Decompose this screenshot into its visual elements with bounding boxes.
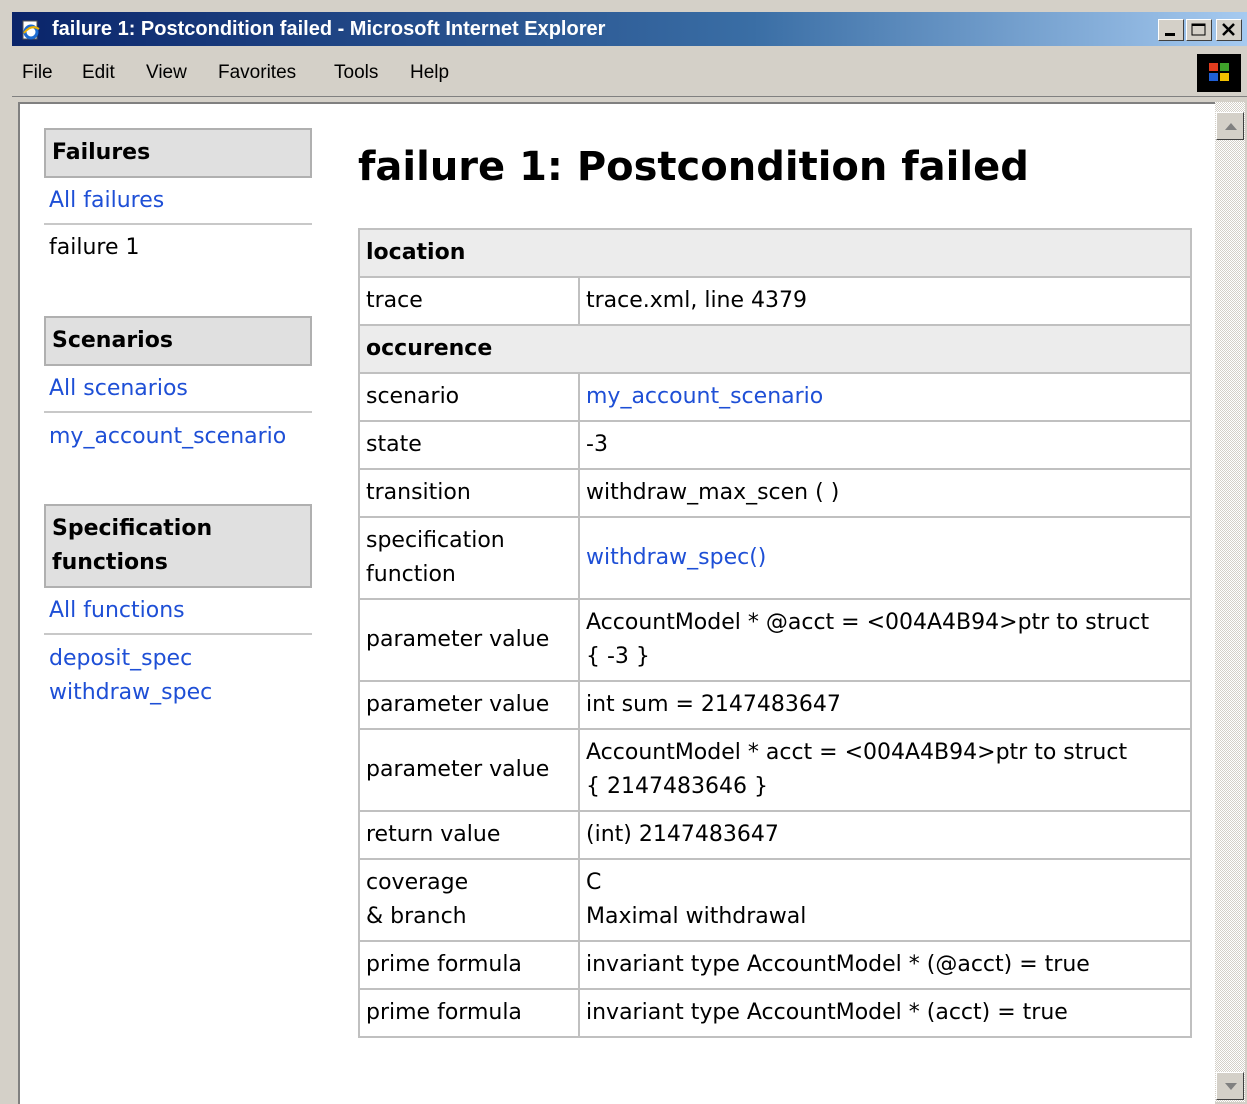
table-row: specification function withdraw_spec() [358,516,1192,600]
row-value: trace.xml, line 4379 [578,276,1192,326]
table-row: coverage & branch C Maximal withdrawal [358,858,1192,942]
row-key: return value [358,810,580,860]
row-value: invariant type AccountModel * (acct) = t… [578,988,1192,1038]
sidebar-item-failure-1: failure 1 [49,235,140,260]
link-deposit-spec[interactable]: deposit_spec [49,646,192,671]
vertical-scrollbar[interactable] [1215,102,1245,1102]
row-value: my_account_scenario [578,372,1192,422]
row-key-line1: specification [366,528,505,553]
scroll-up-button[interactable] [1216,112,1244,140]
row-key: transition [358,468,580,518]
table-row: scenario my_account_scenario [358,372,1192,422]
scroll-down-button[interactable] [1216,1072,1244,1100]
sidebar-heading-scenarios: Scenarios [44,316,312,366]
table-row: prime formula invariant type AccountMode… [358,988,1192,1038]
minimize-button[interactable] [1158,19,1184,41]
window-title: failure 1: Postcondition failed - Micros… [52,18,606,40]
page-title: failure 1: Postcondition failed [358,144,1029,190]
row-value: (int) 2147483647 [578,810,1192,860]
table-row: occurence [358,324,1192,374]
menu-edit[interactable]: Edit [82,62,115,84]
row-key: parameter value [358,680,580,730]
row-value: int sum = 2147483647 [578,680,1192,730]
title-bar[interactable]: failure 1: Postcondition failed - Micros… [12,12,1247,46]
table-row: location [358,228,1192,278]
divider [44,633,312,635]
windows-logo-icon [1197,54,1241,92]
row-value-line1: AccountModel * @acct = <004A4B94>ptr to … [586,610,1150,635]
row-key: coverage & branch [358,858,580,942]
menu-favorites[interactable]: Favorites [218,62,296,84]
sidebar-heading-failures: Failures [44,128,312,178]
menu-help[interactable]: Help [410,62,449,84]
scenario-link[interactable]: my_account_scenario [586,384,823,409]
section-location: location [358,228,1192,278]
table-row: prime formula invariant type AccountMode… [358,940,1192,990]
link-all-functions[interactable]: All functions [49,598,185,623]
table-row: parameter value int sum = 2147483647 [358,680,1192,730]
row-value: withdraw_max_scen ( ) [578,468,1192,518]
section-occurence: occurence [358,324,1192,374]
scroll-down-arrow-icon [1225,1083,1237,1090]
scroll-up-arrow-icon [1225,123,1237,130]
link-withdraw-spec[interactable]: withdraw_spec [49,680,212,705]
close-icon [1222,23,1235,36]
table-row: parameter value AccountModel * acct = <0… [358,728,1192,812]
minimize-icon [1165,33,1175,36]
row-key: trace [358,276,580,326]
sidebar-heading-spec-line1: Specification [52,516,213,541]
maximize-icon [1191,23,1206,36]
row-value: AccountModel * acct = <004A4B94>ptr to s… [578,728,1192,812]
row-value-line2: { -3 } [586,644,650,669]
row-value-line1: C [586,870,602,895]
table-row: state -3 [358,420,1192,470]
row-key: parameter value [358,598,580,682]
row-key: prime formula [358,988,580,1038]
failure-details-table: location trace trace.xml, line 4379 occu… [358,228,1192,1038]
link-all-failures[interactable]: All failures [49,188,164,213]
spec-function-link[interactable]: withdraw_spec() [586,545,766,570]
row-value-line2: Maximal withdrawal [586,904,807,929]
table-row: transition withdraw_max_scen ( ) [358,468,1192,518]
link-all-scenarios[interactable]: All scenarios [49,376,188,401]
row-value-line1: AccountModel * acct = <004A4B94>ptr to s… [586,740,1128,765]
table-row: trace trace.xml, line 4379 [358,276,1192,326]
menu-tools[interactable]: Tools [334,62,378,84]
menu-bar: File Edit View Favorites Tools Help [12,50,1247,97]
row-key: specification function [358,516,580,600]
divider [44,411,312,413]
browser-window: failure 1: Postcondition failed - Micros… [12,12,1247,1104]
row-value: -3 [578,420,1192,470]
row-value: withdraw_spec() [578,516,1192,600]
row-key-line2: & branch [366,904,467,929]
row-key: scenario [358,372,580,422]
row-key: state [358,420,580,470]
row-key: parameter value [358,728,580,812]
row-value-line2: { 2147483646 } [586,774,768,799]
row-key-line2: function [366,562,456,587]
page-content: Failures All failures failure 1 Scenario… [18,102,1215,1104]
ie-page-icon [20,20,40,40]
link-my-account-scenario[interactable]: my_account_scenario [49,424,286,449]
row-key: prime formula [358,940,580,990]
sidebar-heading-spec-functions: Specification functions [44,504,312,588]
table-row: return value (int) 2147483647 [358,810,1192,860]
menu-file[interactable]: File [22,62,53,84]
close-button[interactable] [1216,19,1242,41]
row-key-line1: coverage [366,870,469,895]
table-row: parameter value AccountModel * @acct = <… [358,598,1192,682]
sidebar-heading-spec-line2: functions [52,550,168,575]
maximize-button[interactable] [1186,19,1212,41]
menu-view[interactable]: View [146,62,187,84]
row-value: invariant type AccountModel * (@acct) = … [578,940,1192,990]
row-value: C Maximal withdrawal [578,858,1192,942]
row-value: AccountModel * @acct = <004A4B94>ptr to … [578,598,1192,682]
divider [44,223,312,225]
